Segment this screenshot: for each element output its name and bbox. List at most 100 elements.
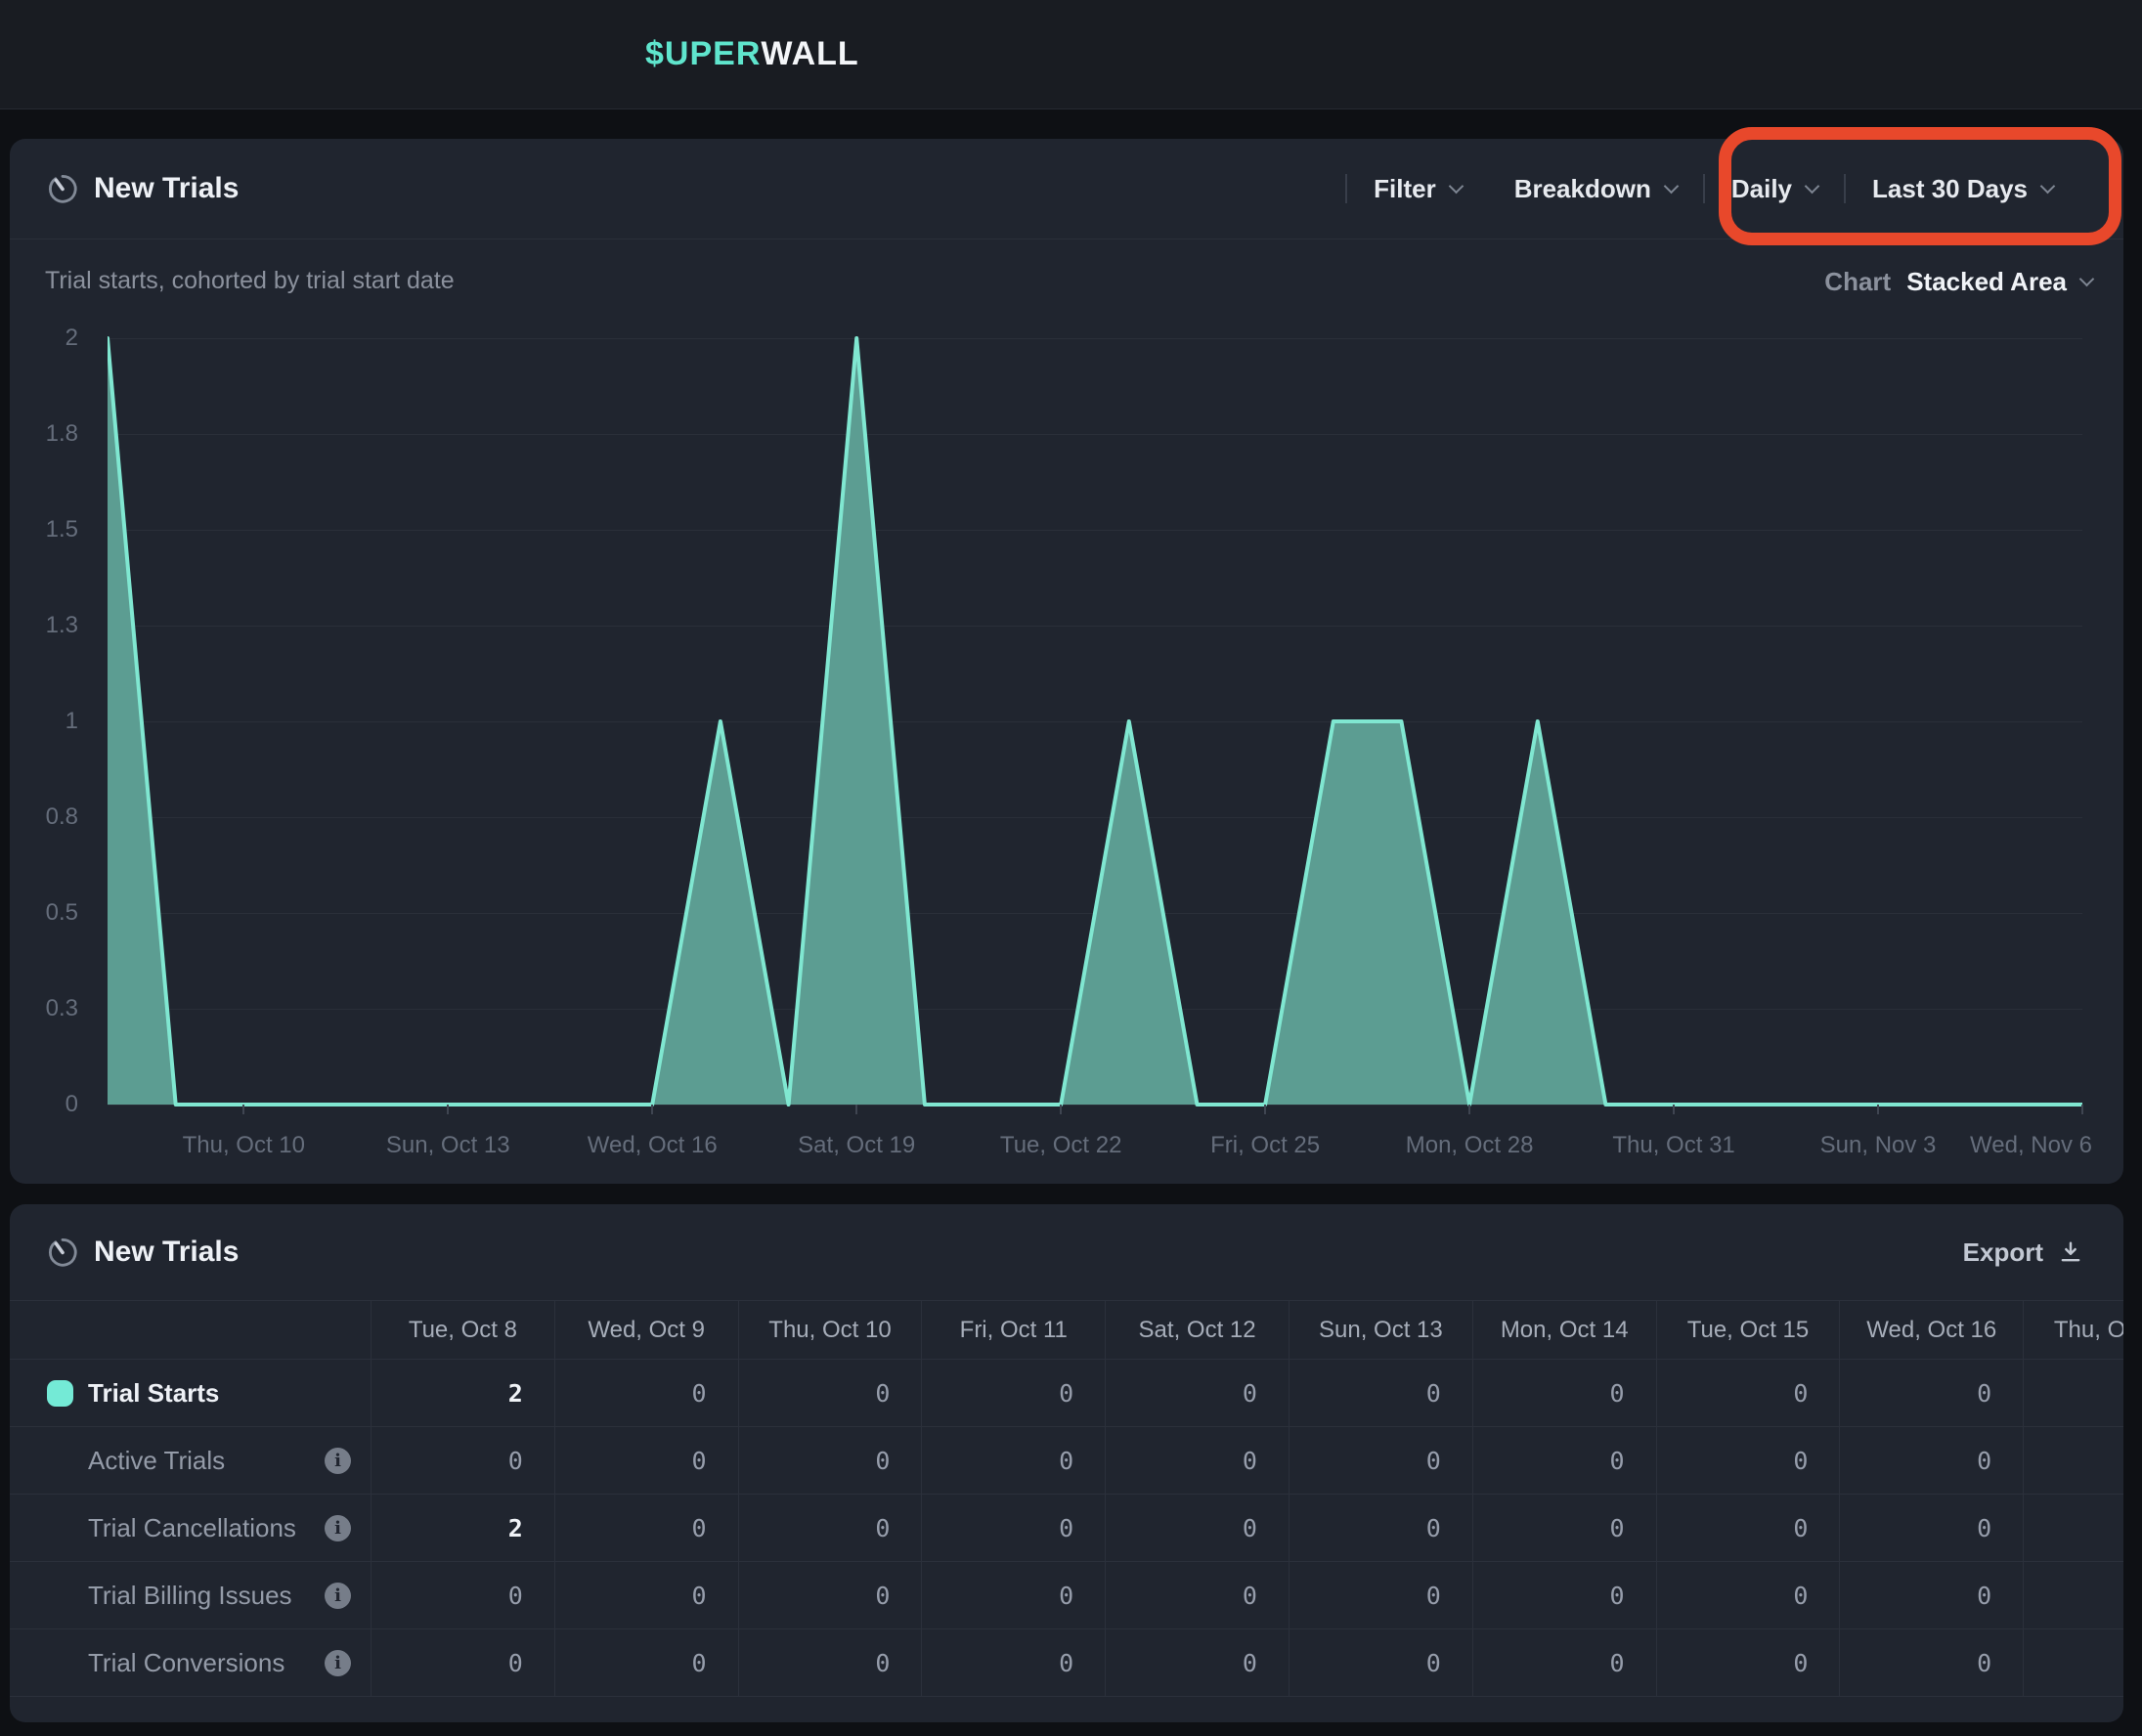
interval-label: Daily xyxy=(1731,174,1792,204)
trials-data-table: Tue, Oct 8Wed, Oct 9Thu, Oct 10Fri, Oct … xyxy=(10,1300,2123,1697)
chart-card-header: New Trials Filter Breakdown Daily Last 3… xyxy=(10,139,2123,239)
cell-value: 0 xyxy=(1793,1447,1808,1475)
table-cell: 0 xyxy=(739,1360,923,1426)
cell-value: 0 xyxy=(1793,1649,1808,1677)
row-label-cell: Trial Starts xyxy=(10,1360,372,1426)
cell-value: 0 xyxy=(1059,1447,1073,1475)
x-axis-tick xyxy=(1060,1105,1062,1114)
row-label: Trial Conversions xyxy=(88,1648,284,1678)
cell-value: 0 xyxy=(1243,1514,1257,1542)
row-label-cell: Active Trials i xyxy=(10,1427,372,1494)
date-range-dropdown[interactable]: Last 30 Days xyxy=(1846,174,2079,204)
cell-value: 0 xyxy=(1977,1649,1991,1677)
page-title: New Trials xyxy=(94,172,239,205)
table-cell: 0 xyxy=(1473,1562,1657,1628)
table-cell: 0 xyxy=(1290,1427,1473,1494)
chart-controls: Filter Breakdown Daily Last 30 Days xyxy=(1345,174,2123,204)
area-fill xyxy=(108,338,2082,1105)
table-cell: 0 xyxy=(1106,1360,1290,1426)
table-cell: 0 xyxy=(1106,1562,1290,1628)
x-axis-label: Sat, Oct 19 xyxy=(798,1132,915,1159)
cell-value: 0 xyxy=(875,1379,890,1408)
table-cell: 0 xyxy=(1657,1629,1841,1696)
chart-type-label: Chart xyxy=(1824,267,1891,297)
info-icon[interactable]: i xyxy=(325,1448,351,1474)
table-cell: 0 xyxy=(1473,1629,1657,1696)
cell-value: 0 xyxy=(875,1649,890,1677)
table-cell: 0 xyxy=(1840,1562,2024,1628)
table-cell: 0 xyxy=(1290,1629,1473,1696)
table-cell: 0 xyxy=(1840,1629,2024,1696)
info-icon[interactable]: i xyxy=(325,1650,351,1676)
row-label: Trial Billing Issues xyxy=(88,1581,292,1611)
table-cell: 0 xyxy=(739,1427,923,1494)
table-cell: 0 xyxy=(1106,1495,1290,1561)
x-axis-tick xyxy=(2081,1105,2083,1114)
table-cell: 0 xyxy=(555,1360,739,1426)
series-swatch xyxy=(47,1380,73,1407)
filter-dropdown[interactable]: Filter xyxy=(1347,174,1488,204)
cell-value: 0 xyxy=(1426,1514,1441,1542)
cell-value: 0 xyxy=(875,1514,890,1542)
table-cell: 0 xyxy=(739,1562,923,1628)
cell-value: 0 xyxy=(875,1582,890,1610)
chevron-down-icon xyxy=(1448,178,1464,194)
breakdown-dropdown[interactable]: Breakdown xyxy=(1488,174,1703,204)
chart-type-dropdown[interactable]: Chart Stacked Area xyxy=(1824,267,2092,297)
x-axis-tick xyxy=(1673,1105,1675,1114)
superwall-logo[interactable]: $UPER WALL xyxy=(645,35,859,73)
download-icon xyxy=(2057,1238,2084,1266)
timer-icon xyxy=(45,1235,80,1270)
chevron-down-icon xyxy=(2079,272,2095,287)
cell-value: 0 xyxy=(1610,1514,1625,1542)
export-button[interactable]: Export xyxy=(1963,1237,2123,1268)
cell-value: 0 xyxy=(692,1447,707,1475)
table-cell: 0 xyxy=(372,1629,555,1696)
column-header: Tue, Oct 8 xyxy=(372,1301,555,1359)
cell-value: 0 xyxy=(1059,1379,1073,1408)
table-title: New Trials xyxy=(94,1236,239,1269)
table-cell xyxy=(2024,1360,2123,1426)
cell-value: 0 xyxy=(1977,1447,1991,1475)
cell-value: 0 xyxy=(1977,1582,1991,1610)
table-cell: 0 xyxy=(372,1562,555,1628)
cell-value: 0 xyxy=(692,1582,707,1610)
cell-value: 0 xyxy=(1059,1514,1073,1542)
table-cell: 0 xyxy=(1657,1360,1841,1426)
x-axis-label: Wed, Nov 6 xyxy=(1970,1132,2092,1159)
breakdown-label: Breakdown xyxy=(1514,174,1651,204)
filter-label: Filter xyxy=(1374,174,1436,204)
x-axis-tick xyxy=(651,1105,653,1114)
table-cell: 0 xyxy=(555,1495,739,1561)
column-header: Fri, Oct 11 xyxy=(922,1301,1106,1359)
column-header: Sat, Oct 12 xyxy=(1106,1301,1290,1359)
table-cell: 0 xyxy=(1290,1495,1473,1561)
info-icon[interactable]: i xyxy=(325,1583,351,1609)
cell-value: 2 xyxy=(508,1514,523,1542)
row-label: Active Trials xyxy=(88,1446,225,1476)
interval-dropdown[interactable]: Daily xyxy=(1705,174,1844,204)
stacked-area-plot[interactable] xyxy=(108,332,2082,1114)
y-axis-label: 1 xyxy=(10,707,78,736)
table-cell: 0 xyxy=(1473,1495,1657,1561)
y-axis-label: 1.3 xyxy=(10,611,78,640)
table-cell: 0 xyxy=(1473,1360,1657,1426)
row-label: Trial Cancellations xyxy=(88,1513,296,1543)
table-cell: 0 xyxy=(922,1427,1106,1494)
cell-value: 0 xyxy=(1426,1447,1441,1475)
y-axis-label: 0.8 xyxy=(10,803,78,832)
cell-value: 0 xyxy=(1243,1379,1257,1408)
table-corner-cell xyxy=(10,1301,372,1359)
cell-value: 0 xyxy=(508,1649,523,1677)
cell-value: 0 xyxy=(1793,1582,1808,1610)
info-icon[interactable]: i xyxy=(325,1515,351,1541)
x-axis-label: Sun, Nov 3 xyxy=(1820,1132,1937,1159)
x-axis-tick xyxy=(1877,1105,1879,1114)
table-cell: 0 xyxy=(922,1562,1106,1628)
cell-value: 0 xyxy=(1610,1649,1625,1677)
table-cell: 0 xyxy=(1106,1629,1290,1696)
cell-value: 0 xyxy=(1610,1447,1625,1475)
x-axis-label: Thu, Oct 10 xyxy=(183,1132,305,1159)
row-label-cell: Trial Conversions i xyxy=(10,1629,372,1696)
x-axis-tick xyxy=(855,1105,857,1114)
